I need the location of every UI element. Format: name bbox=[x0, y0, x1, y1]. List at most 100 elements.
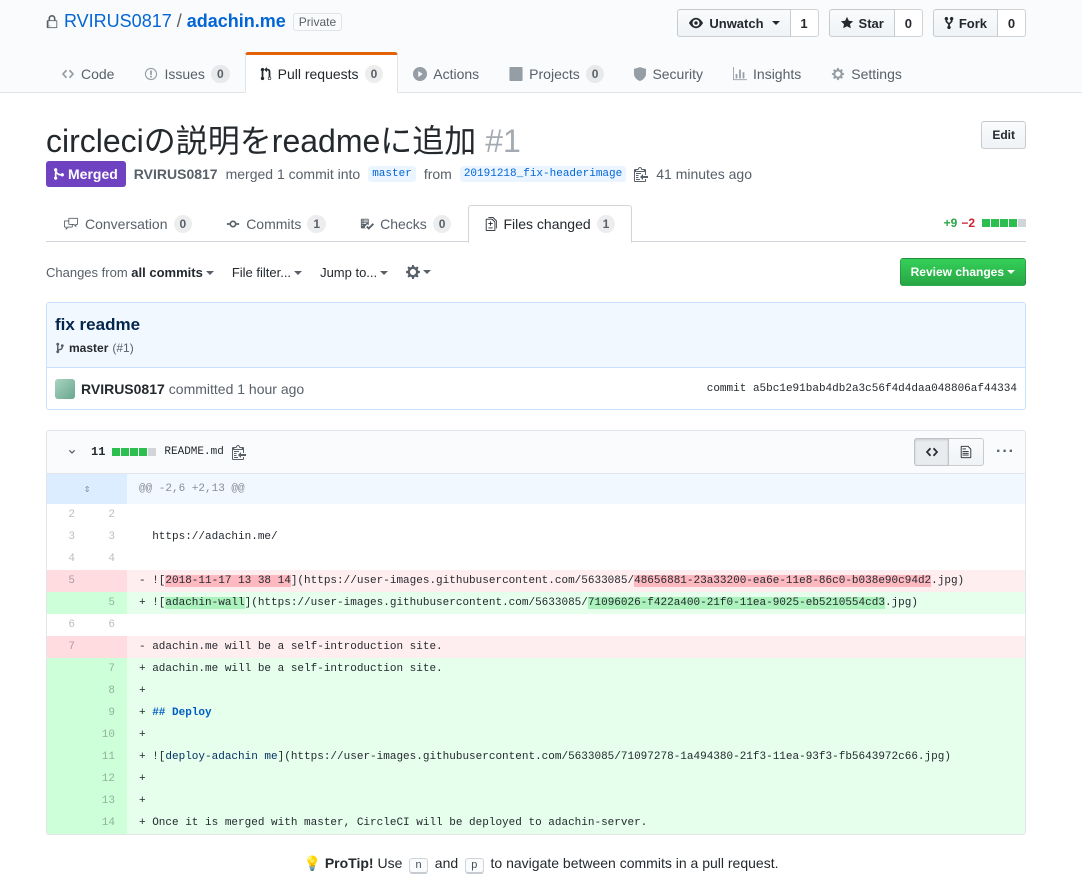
nav-code[interactable]: Code bbox=[46, 52, 129, 93]
line-number-old[interactable]: 5 bbox=[47, 570, 87, 592]
line-number-old[interactable] bbox=[47, 768, 87, 790]
tab-checks[interactable]: Checks 0 bbox=[343, 205, 468, 242]
line-number-old[interactable] bbox=[47, 724, 87, 746]
line-number-new[interactable]: 14 bbox=[87, 812, 127, 834]
head-branch[interactable]: 20191218_fix-headerimage bbox=[459, 166, 627, 182]
commit-title[interactable]: fix readme bbox=[55, 315, 1017, 335]
line-number-old[interactable] bbox=[47, 812, 87, 834]
source-diff-button[interactable] bbox=[914, 438, 950, 466]
repo-owner-link[interactable]: RVIRUS0817 bbox=[64, 11, 172, 32]
nav-security[interactable]: Security bbox=[619, 52, 718, 93]
changes-from-dropdown[interactable]: Changes from all commits bbox=[46, 265, 214, 280]
nav-actions-label: Actions bbox=[433, 65, 480, 82]
commit-author[interactable]: RVIRUS0817 bbox=[81, 381, 165, 397]
unwatch-button[interactable]: Unwatch bbox=[677, 9, 791, 37]
watch-count[interactable]: 1 bbox=[790, 9, 819, 37]
diff-toolbar: Changes from all commits File filter... … bbox=[46, 258, 1026, 286]
line-number-old[interactable]: 3 bbox=[47, 526, 87, 548]
commit-pr-ref[interactable]: (#1) bbox=[112, 341, 133, 355]
diff-code bbox=[127, 614, 1025, 636]
star-button[interactable]: Star bbox=[828, 9, 895, 37]
star-count[interactable]: 0 bbox=[894, 9, 923, 37]
line-number-old[interactable]: 2 bbox=[47, 504, 87, 526]
line-number-new[interactable]: 8 bbox=[87, 680, 127, 702]
clipboard-icon[interactable] bbox=[634, 166, 649, 182]
chevron-down-icon[interactable] bbox=[67, 447, 77, 457]
line-number-old[interactable] bbox=[47, 746, 87, 768]
line-number-new[interactable]: 10 bbox=[87, 724, 127, 746]
code-token: 2018-11-17 13 38 14 bbox=[165, 575, 291, 587]
line-number-new[interactable]: 3 bbox=[87, 526, 127, 548]
diff-code bbox=[127, 548, 1025, 570]
avatar[interactable] bbox=[55, 379, 75, 399]
line-number-new[interactable]: 13 bbox=[87, 790, 127, 812]
line-number-new[interactable]: 11 bbox=[87, 746, 127, 768]
star-label: Star bbox=[858, 15, 884, 31]
nav-pull-requests[interactable]: Pull requests 0 bbox=[244, 52, 399, 93]
code-token: + bbox=[139, 795, 153, 807]
diff-code: + bbox=[127, 790, 1025, 812]
fork-button[interactable]: Fork bbox=[932, 9, 998, 37]
diff-settings-dropdown[interactable] bbox=[406, 264, 432, 280]
file-name[interactable]: README.md bbox=[164, 446, 223, 458]
diff-line-ins: 13 + bbox=[47, 790, 1025, 812]
line-number-old[interactable]: 7 bbox=[47, 636, 87, 658]
tab-commits[interactable]: Commits 1 bbox=[209, 205, 343, 242]
nav-pull-requests-label: Pull requests bbox=[277, 65, 359, 82]
line-number-new[interactable]: 4 bbox=[87, 548, 127, 570]
nav-insights-label: Insights bbox=[753, 65, 802, 82]
line-number-new[interactable]: 12 bbox=[87, 768, 127, 790]
code-token: ](https://user-images.githubusercontent.… bbox=[244, 597, 588, 609]
more-options-icon[interactable]: ··· bbox=[996, 443, 1015, 461]
tab-files-changed[interactable]: Files changed 1 bbox=[468, 205, 633, 243]
commit-sha[interactable]: commit a5bc1e91bab4db2a3c56f4d4daa048806… bbox=[707, 383, 1017, 395]
line-number-old[interactable] bbox=[47, 702, 87, 724]
nav-projects-count: 0 bbox=[585, 64, 605, 83]
nav-issues-count: 0 bbox=[210, 64, 230, 83]
tab-conversation[interactable]: Conversation 0 bbox=[46, 205, 209, 242]
line-number-new[interactable]: 9 bbox=[87, 702, 127, 724]
line-number-new[interactable] bbox=[87, 636, 127, 658]
nav-settings[interactable]: Settings bbox=[816, 52, 917, 93]
clipboard-icon[interactable] bbox=[231, 444, 246, 460]
line-number-old[interactable] bbox=[47, 592, 87, 614]
jump-to-dropdown[interactable]: Jump to... bbox=[320, 264, 389, 280]
base-branch[interactable]: master bbox=[368, 166, 416, 182]
code-token: .jpg) bbox=[884, 597, 918, 609]
line-number-new[interactable]: 2 bbox=[87, 504, 127, 526]
line-number-old[interactable] bbox=[47, 680, 87, 702]
commit-branch-name[interactable]: master bbox=[69, 341, 108, 355]
file-filter-dropdown[interactable]: File filter... bbox=[232, 265, 303, 280]
pr-author[interactable]: RVIRUS0817 bbox=[134, 166, 218, 182]
diff-line-ctx: 66 bbox=[47, 614, 1025, 636]
line-number-new[interactable]: 7 bbox=[87, 658, 127, 680]
checklist-icon bbox=[360, 218, 375, 230]
merged-label: Merged bbox=[68, 166, 118, 182]
rich-diff-button[interactable] bbox=[949, 438, 985, 466]
diff-code: + adachin.me will be a self-introduction… bbox=[127, 658, 1025, 680]
line-number-old[interactable]: 6 bbox=[47, 614, 87, 636]
nav-issues[interactable]: Issues 0 bbox=[129, 52, 244, 93]
line-number-new[interactable] bbox=[87, 570, 127, 592]
fork-count[interactable]: 0 bbox=[998, 9, 1026, 37]
file-change-count: 11 bbox=[91, 445, 106, 459]
line-number-new[interactable]: 5 bbox=[87, 592, 127, 614]
line-number-old[interactable] bbox=[47, 658, 87, 680]
nav-actions[interactable]: Actions bbox=[398, 52, 494, 93]
diffstat-block bbox=[1000, 219, 1008, 227]
line-number-new[interactable]: 6 bbox=[87, 614, 127, 636]
nav-insights[interactable]: Insights bbox=[718, 52, 816, 93]
line-number-old[interactable]: 4 bbox=[47, 548, 87, 570]
repo-name-link[interactable]: adachin.me bbox=[187, 11, 286, 32]
diff-line-ins: 8 + bbox=[47, 680, 1025, 702]
nav-projects[interactable]: Projects 0 bbox=[494, 52, 619, 93]
jump-to-label: Jump to... bbox=[320, 264, 378, 280]
line-number-old[interactable] bbox=[47, 790, 87, 812]
hunk-header: @@ -2,6 +2,13 @@ bbox=[127, 474, 1025, 504]
diff-code: + bbox=[127, 680, 1025, 702]
review-changes-button[interactable]: Review changes bbox=[899, 258, 1026, 286]
expand-icon[interactable]: ⇕ bbox=[47, 474, 127, 504]
diff-line-ins: 14 + Once it is merged with master, Circl… bbox=[47, 812, 1025, 834]
edit-button[interactable]: Edit bbox=[981, 121, 1026, 149]
